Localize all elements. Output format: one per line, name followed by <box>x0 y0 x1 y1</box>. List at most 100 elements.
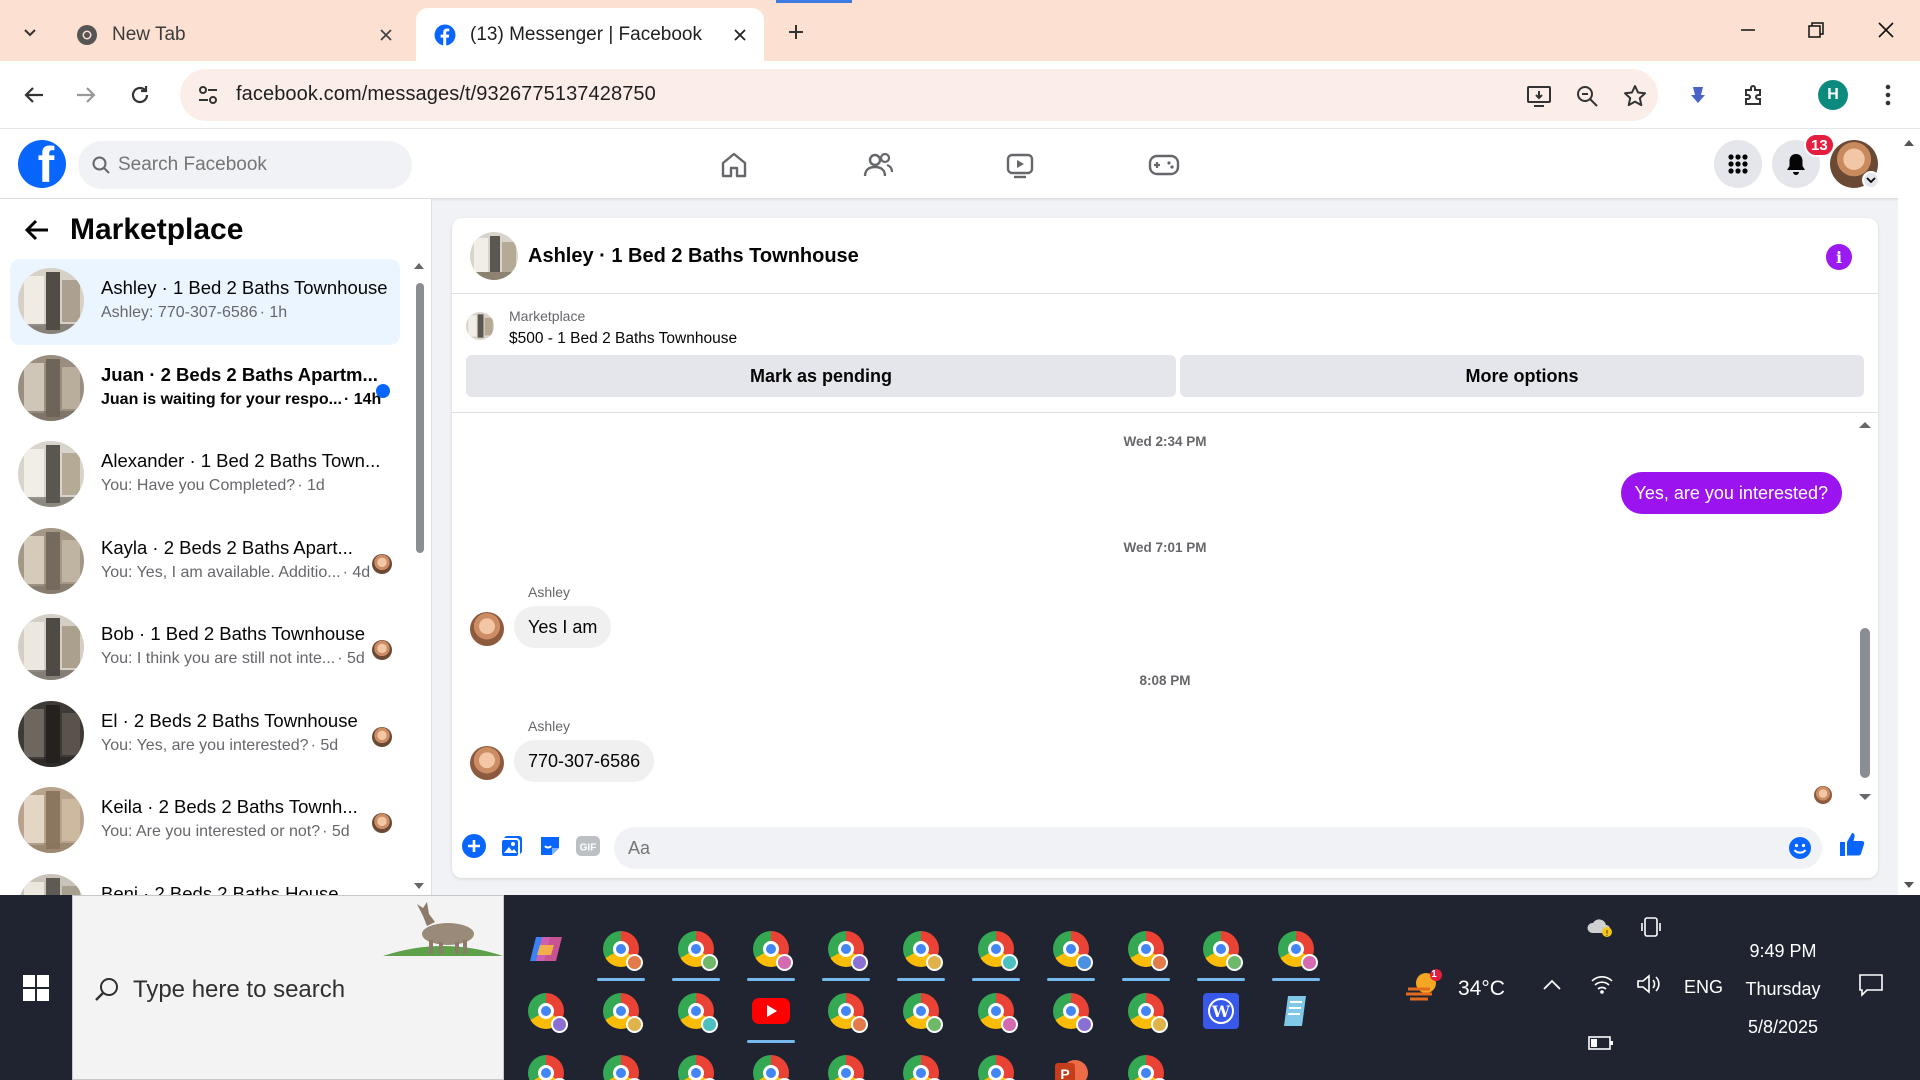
conversation-item[interactable]: Juan · 2 Beds 2 Baths Apartm... Juan is w… <box>10 346 400 432</box>
scroll-down-icon[interactable] <box>1898 875 1920 895</box>
conversation-item[interactable]: Beni · 2 Beds 2 Baths House <box>10 865 400 895</box>
clock-day[interactable]: Thursday <box>1720 979 1846 1000</box>
scroll-up-icon[interactable] <box>1858 420 1872 430</box>
facebook-search-bar[interactable] <box>78 141 412 189</box>
gif-button[interactable]: GIF <box>574 832 602 860</box>
nav-watch[interactable] <box>998 143 1042 187</box>
taskbar-app-chrome[interactable] <box>822 925 870 981</box>
conversation-item[interactable]: Keila · 2 Beds 2 Baths Townh... You: Are … <box>10 778 400 864</box>
nav-home[interactable] <box>712 143 756 187</box>
more-options-button[interactable]: More options <box>1180 355 1864 397</box>
conversation-item[interactable]: El · 2 Beds 2 Baths Townhouse You: Yes, a… <box>10 692 400 778</box>
taskbar-app-chrome[interactable] <box>897 987 945 1035</box>
taskbar-app-chrome[interactable] <box>597 925 645 981</box>
info-button[interactable]: i <box>1826 244 1852 270</box>
back-arrow-icon[interactable] <box>24 218 50 242</box>
back-button[interactable] <box>16 77 52 113</box>
taskbar-app-youtube[interactable] <box>747 987 795 1043</box>
tab-search-button[interactable] <box>14 16 46 48</box>
conversation-item[interactable]: Alexander · 1 Bed 2 Baths Town... You: Ha… <box>10 432 400 518</box>
conversation-item[interactable]: Kayla · 2 Beds 2 Baths Apart... You: Yes,… <box>10 519 400 605</box>
url-text[interactable]: facebook.com/messages/t/9326775137428750 <box>236 83 656 106</box>
taskbar-app-chrome[interactable] <box>1122 987 1170 1035</box>
close-tab-button[interactable] <box>730 25 750 45</box>
forward-button[interactable] <box>68 77 104 113</box>
mark-as-pending-button[interactable]: Mark as pending <box>466 355 1176 397</box>
taskbar-app-chrome[interactable] <box>972 987 1020 1035</box>
nav-friends[interactable] <box>856 143 900 187</box>
tab-new-tab[interactable]: New Tab <box>58 8 410 61</box>
chat-listing-thumbnail[interactable] <box>470 232 518 280</box>
menu-button[interactable] <box>1714 140 1762 188</box>
notification-center-button[interactable] <box>1858 973 1884 997</box>
clock-time[interactable]: 9:49 PM <box>1720 941 1846 962</box>
incoming-message[interactable]: 770-307-6586 <box>514 740 655 782</box>
page-scrollbar[interactable] <box>1898 129 1920 895</box>
taskbar-app-chrome[interactable] <box>822 1049 870 1080</box>
emoji-icon[interactable] <box>1788 836 1812 860</box>
taskbar-app-chrome[interactable] <box>1272 925 1320 981</box>
scroll-down-icon[interactable] <box>1858 792 1872 802</box>
reload-button[interactable] <box>122 77 158 113</box>
meet-now-icon[interactable] <box>1640 915 1662 939</box>
taskbar-app-chrome[interactable] <box>672 1049 720 1080</box>
start-button[interactable] <box>0 895 72 1080</box>
close-tab-button[interactable] <box>376 25 396 45</box>
profile-avatar[interactable]: H <box>1818 80 1848 110</box>
clock-date[interactable]: 5/8/2025 <box>1720 1017 1846 1038</box>
message-input[interactable] <box>628 837 1728 859</box>
sender-avatar[interactable] <box>470 612 504 646</box>
scroll-up-icon[interactable] <box>1898 133 1920 153</box>
scroll-down-icon[interactable] <box>413 881 425 891</box>
account-dropdown[interactable] <box>1862 171 1880 189</box>
extension-button[interactable] <box>1680 77 1716 113</box>
sidebar-scroll-thumb[interactable] <box>416 283 424 553</box>
taskbar-app-chrome[interactable] <box>1047 925 1095 981</box>
network-icon[interactable] <box>1590 973 1614 995</box>
taskbar-app-chrome[interactable] <box>747 1049 795 1080</box>
taskbar-search[interactable]: Type here to search <box>72 895 504 1080</box>
language-indicator[interactable]: ENG <box>1684 977 1723 998</box>
chat-scroll-thumb[interactable] <box>1860 628 1870 778</box>
taskbar-app-wordpress[interactable]: W <box>1197 987 1245 1035</box>
attach-photo-button[interactable] <box>498 832 526 860</box>
conversation-item[interactable]: Ashley · 1 Bed 2 Baths Townhouse Ashley: … <box>10 259 400 345</box>
taskbar-app-chrome[interactable] <box>1047 987 1095 1035</box>
bookmark-button[interactable] <box>1622 83 1648 109</box>
install-app-button[interactable] <box>1526 83 1552 109</box>
minimize-button[interactable] <box>1720 10 1776 50</box>
close-window-button[interactable] <box>1858 10 1914 50</box>
site-settings-icon[interactable] <box>196 83 220 107</box>
zoom-button[interactable] <box>1574 83 1600 109</box>
sticker-button[interactable] <box>536 832 564 860</box>
taskbar-app-chrome[interactable] <box>597 1049 645 1080</box>
onedrive-icon[interactable]: ! <box>1586 917 1614 939</box>
show-hidden-icons-button[interactable] <box>1542 977 1562 991</box>
outgoing-message[interactable]: Yes, are you interested? <box>1620 472 1842 514</box>
nav-gaming[interactable] <box>1142 143 1186 187</box>
taskbar-app-notepad[interactable] <box>1272 987 1320 1035</box>
message-input-wrapper[interactable] <box>614 827 1822 869</box>
chat-title[interactable]: Ashley · 1 Bed 2 Baths Townhouse <box>528 245 859 268</box>
taskbar-app-chrome[interactable] <box>747 925 795 981</box>
taskbar-app-chrome[interactable] <box>822 987 870 1035</box>
taskbar-app-chrome[interactable] <box>522 1049 570 1080</box>
extensions-button[interactable] <box>1736 77 1772 113</box>
battery-icon[interactable] <box>1588 1035 1614 1051</box>
taskbar-app-copilot[interactable] <box>522 925 570 973</box>
taskbar-app-chrome[interactable] <box>897 925 945 981</box>
tab-messenger[interactable]: (13) Messenger | Facebook <box>416 8 764 61</box>
taskbar-app-powerpoint[interactable]: P <box>1047 1049 1095 1080</box>
taskbar-app-chrome[interactable] <box>672 987 720 1035</box>
sender-avatar[interactable] <box>470 746 504 780</box>
taskbar-app-chrome[interactable] <box>972 1049 1020 1080</box>
facebook-logo[interactable]: f <box>18 140 66 188</box>
taskbar-app-chrome[interactable] <box>1197 925 1245 981</box>
incoming-message[interactable]: Yes I am <box>514 606 612 648</box>
more-actions-button[interactable] <box>460 832 488 860</box>
scroll-up-icon[interactable] <box>413 261 425 271</box>
taskbar-app-chrome[interactable] <box>672 925 720 981</box>
taskbar-app-chrome[interactable] <box>1122 1049 1170 1080</box>
new-tab-button[interactable] <box>780 16 812 48</box>
taskbar-app-chrome[interactable] <box>522 987 570 1035</box>
